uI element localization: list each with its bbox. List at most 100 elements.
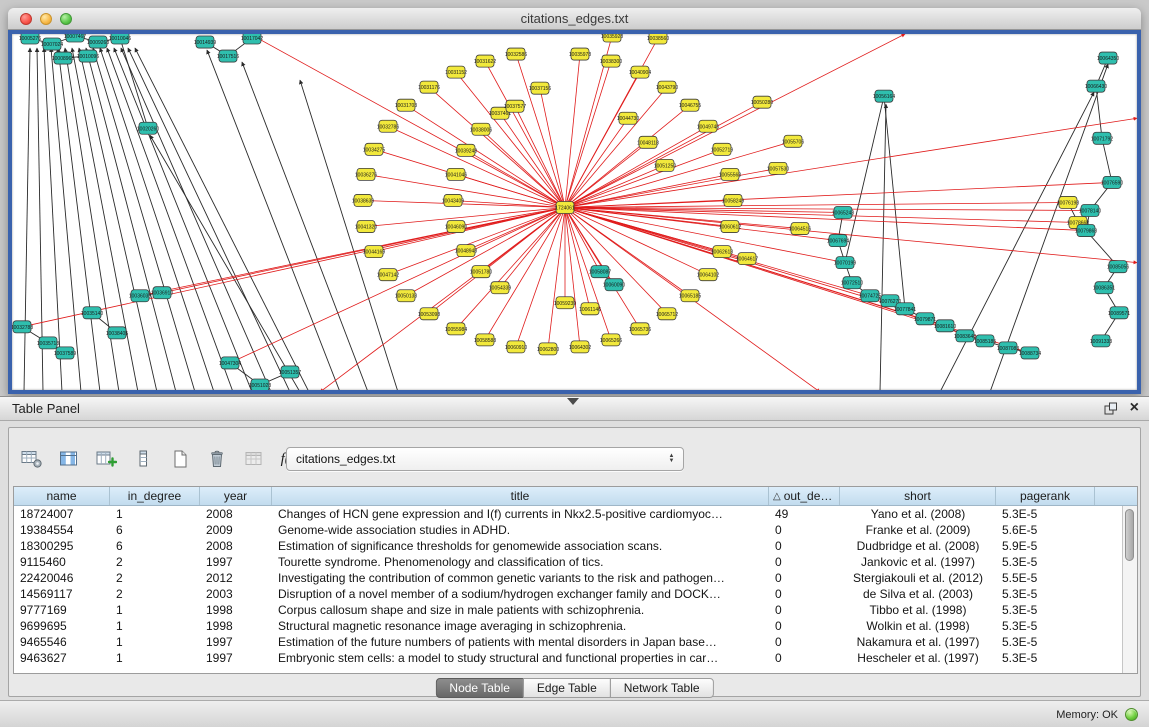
svg-text:10043409: 10043409	[442, 198, 464, 204]
svg-text:10038300: 10038300	[600, 59, 622, 65]
network-canvas[interactable]: 1724061100359781003830010040904100437901…	[12, 34, 1137, 390]
column-header-label: pagerank	[1020, 489, 1070, 503]
new-file-button[interactable]	[165, 443, 195, 475]
table-row[interactable]: 1938455462009Genome-wide association stu…	[14, 522, 1122, 538]
table-row[interactable]: 1830029562008Estimation of significance …	[14, 538, 1122, 554]
svg-text:10085185: 10085185	[974, 339, 996, 345]
cell-name: 18300295	[14, 539, 110, 553]
svg-text:10077841: 10077841	[894, 307, 916, 313]
svg-text:10059239: 10059239	[554, 301, 576, 307]
panel-collapse-handle-icon[interactable]	[567, 398, 579, 405]
table-source-select[interactable]: citations_edges.txt ▲ ▼	[286, 447, 684, 471]
svg-text:10058249: 10058249	[722, 198, 744, 204]
cell-short: Wolkin et al. (1998)	[840, 619, 996, 633]
svg-text:10064617: 10064617	[736, 257, 758, 263]
memory-status-label: Memory: OK	[1056, 709, 1118, 721]
cell-out_degree: 49	[769, 507, 840, 521]
svg-text:10047142: 10047142	[377, 273, 399, 279]
table-row[interactable]: 969969511998Structural magnetic resonanc…	[14, 618, 1122, 634]
cell-title: Tourette syndrome. Phenomenology and cla…	[272, 555, 769, 569]
svg-text:10071792: 10071792	[1091, 136, 1113, 142]
table-row[interactable]: 1456911722003Disruption of a novel membe…	[14, 586, 1122, 602]
column-header-title[interactable]: title	[272, 487, 769, 505]
svg-text:10031176: 10031176	[418, 85, 440, 91]
cell-out_degree: 0	[769, 619, 840, 633]
sort-ascending-icon: △	[773, 491, 781, 502]
tab-edge-table[interactable]: Edge Table	[523, 678, 611, 698]
delete-table-button[interactable]	[202, 443, 232, 475]
tab-node-table[interactable]: Node Table	[435, 678, 524, 698]
svg-text:10010096: 10010096	[77, 54, 99, 60]
svg-text:10041320: 10041320	[355, 225, 377, 231]
create-column-button[interactable]	[91, 443, 121, 475]
svg-text:10036035: 10036035	[129, 294, 151, 300]
cell-name: 9115460	[14, 555, 110, 569]
minimize-window-button[interactable]	[40, 13, 52, 25]
svg-text:10031622: 10031622	[474, 59, 496, 65]
delete-column-button[interactable]	[128, 443, 158, 475]
cell-short: Jankovic et al. (1997)	[840, 555, 996, 569]
table-row[interactable]: 946554611997Estimation of the future num…	[14, 634, 1122, 650]
svg-text:10064516: 10064516	[789, 227, 811, 233]
tab-network-table[interactable]: Network Table	[610, 678, 714, 698]
column-header-pagerank[interactable]: pagerank	[996, 487, 1095, 505]
table-panel-content: f(x) citations_edges.txt ▲ ▼ namein_degr…	[8, 427, 1141, 697]
table-mode-button[interactable]	[17, 443, 47, 475]
table-panel-body: f(x) citations_edges.txt ▲ ▼ namein_degr…	[0, 421, 1149, 700]
table-row[interactable]: 1872400712008Changes of HCN gene express…	[14, 506, 1122, 522]
table-row[interactable]: 946362711997Embryonic stem cells: a mode…	[14, 650, 1122, 666]
svg-text:10043790: 10043790	[656, 85, 678, 91]
rename-table-button[interactable]	[239, 443, 269, 475]
svg-text:10048118: 10048118	[637, 140, 659, 146]
cell-year: 1998	[200, 603, 272, 617]
memory-ok-indicator[interactable]	[1125, 708, 1138, 721]
svg-text:10039248: 10039248	[455, 148, 477, 154]
svg-text:10007467: 10007467	[64, 34, 86, 40]
column-header-in_degree[interactable]: in_degree	[110, 487, 200, 505]
svg-text:10064102: 10064102	[697, 273, 719, 279]
cell-in_degree: 6	[110, 539, 200, 553]
column-header-name[interactable]: name	[14, 487, 110, 505]
column-header-label: short	[904, 489, 931, 503]
svg-text:10038405: 10038405	[106, 331, 128, 337]
network-graph[interactable]: 1724061100359781003830010040904100437901…	[12, 34, 1137, 390]
panel-close-button[interactable]: ×	[1130, 401, 1139, 415]
cell-name: 14569117	[14, 587, 110, 601]
svg-text:10062613: 10062613	[711, 250, 733, 256]
show-columns-button[interactable]	[54, 443, 84, 475]
svg-text:10040904: 10040904	[629, 70, 651, 76]
cell-name: 9463627	[14, 651, 110, 665]
cell-short: Stergiakouli et al. (2012)	[840, 571, 996, 585]
combo-stepper-icon: ▲ ▼	[665, 454, 683, 464]
column-header-out_degree[interactable]: △out_de…	[769, 487, 840, 505]
cell-short: Dudbridge et al. (2008)	[840, 539, 996, 553]
table-row[interactable]: 911546021997Tourette syndrome. Phenomeno…	[14, 554, 1122, 570]
column-header-short[interactable]: short	[840, 487, 996, 505]
cell-in_degree: 2	[110, 555, 200, 569]
table-row[interactable]: 977716911998Corpus callosum shape and si…	[14, 602, 1122, 618]
window-titlebar[interactable]: citations_edges.txt	[8, 8, 1141, 30]
zoom-window-button[interactable]	[60, 13, 72, 25]
scrollbar-thumb[interactable]	[1125, 509, 1134, 561]
single-column-icon	[136, 449, 150, 469]
svg-text:10066430: 10066430	[1085, 84, 1107, 90]
svg-text:10038639: 10038639	[352, 198, 374, 204]
svg-text:10051028: 10051028	[249, 383, 271, 389]
svg-text:10081610: 10081610	[934, 324, 956, 330]
svg-text:10076590: 10076590	[1101, 180, 1123, 186]
svg-text:10031152: 10031152	[445, 70, 467, 76]
cell-title: Structural magnetic resonance image aver…	[272, 619, 769, 633]
table-row[interactable]: 2242004622012Investigating the contribut…	[14, 570, 1122, 586]
window-title: citations_edges.txt	[8, 8, 1141, 30]
close-window-button[interactable]	[20, 13, 32, 25]
table-source-value: citations_edges.txt	[287, 452, 665, 466]
cell-out_degree: 0	[769, 571, 840, 585]
svg-text:10058087: 10058087	[589, 270, 611, 276]
panel-float-button[interactable]	[1104, 402, 1118, 415]
cell-name: 18724007	[14, 507, 110, 521]
table-toolbar: f(x)	[17, 442, 306, 476]
svg-text:10091333: 10091333	[1090, 339, 1112, 345]
svg-text:10047304: 10047304	[219, 361, 241, 367]
column-header-year[interactable]: year	[200, 487, 272, 505]
vertical-scrollbar[interactable]	[1122, 506, 1137, 673]
